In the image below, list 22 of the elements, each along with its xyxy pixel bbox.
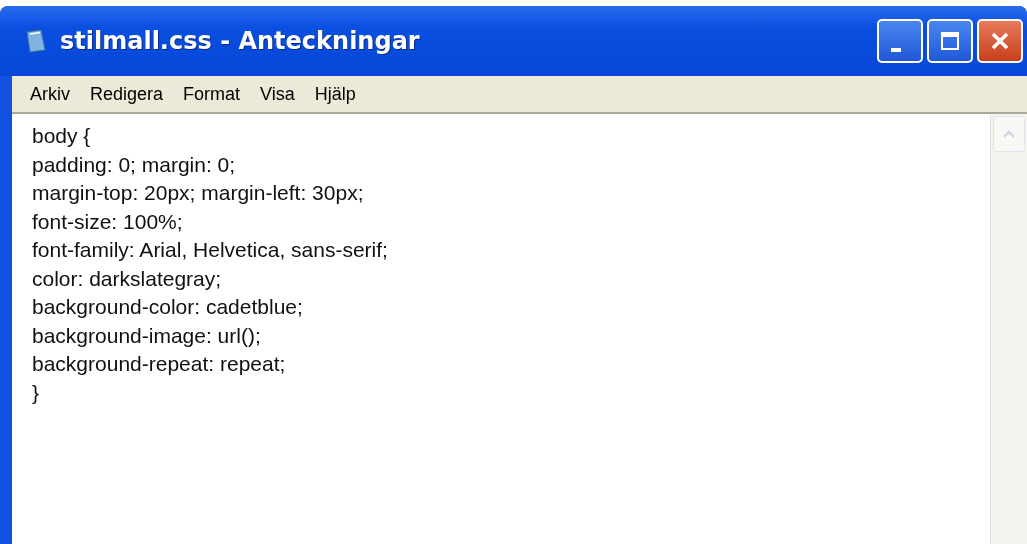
code-line: margin-top: 20px; margin-left: 30px; [32, 180, 365, 206]
code-line: body { [32, 123, 92, 149]
scroll-bar[interactable] [990, 114, 1027, 544]
code-line: font-size: 100%; [32, 208, 184, 235]
code-line: background-color: cadetblue; [32, 294, 304, 320]
code-line: background-repeat: repeat; [32, 351, 287, 377]
notepad-icon [24, 28, 48, 54]
close-button[interactable] [977, 19, 1023, 63]
minimize-icon [891, 48, 901, 52]
menu-item[interactable]: Format [183, 83, 241, 105]
menu-item[interactable]: Visa [260, 83, 295, 105]
code-line: } [32, 379, 40, 406]
code-line: background-image: url(); [32, 322, 262, 349]
menu-item[interactable]: Redigera [90, 83, 164, 105]
code-line: color: darkslategray; [32, 265, 223, 292]
window-title: stilmall.css - Anteckningar [60, 27, 420, 55]
minimize-button[interactable] [877, 19, 923, 63]
menu-item[interactable]: Hjälp [314, 83, 356, 105]
code-line: font-family: Arial, Helvetica, sans-serif; [32, 237, 389, 263]
maximize-button[interactable] [927, 19, 973, 63]
code-line: padding: 0; margin: 0; [32, 151, 237, 178]
menu-item[interactable]: Arkiv [30, 83, 70, 105]
